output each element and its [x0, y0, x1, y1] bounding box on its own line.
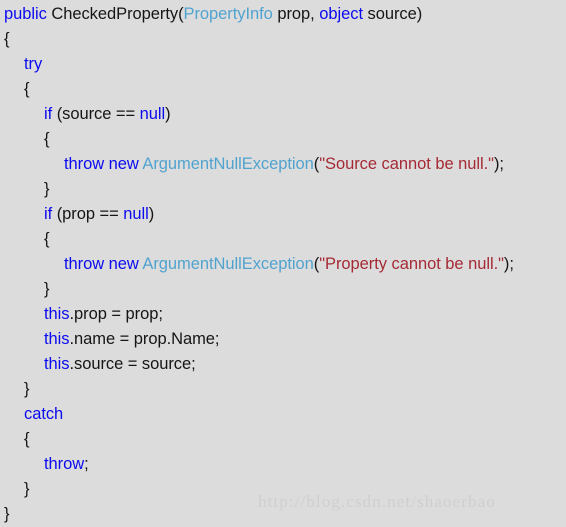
code-token-plain: CheckedProperty [46, 5, 179, 23]
code-line: } [0, 377, 566, 402]
code-token-plain: prop, [272, 5, 320, 23]
code-line: this.name = prop.Name; [0, 327, 566, 352]
code-line: throw; [0, 452, 566, 477]
code-token-kw: public [4, 5, 47, 23]
code-token-plain: source) [362, 5, 423, 23]
code-token-plain: ) [165, 105, 171, 123]
code-line: if (source == null) [0, 102, 566, 127]
code-token-punct: } [24, 480, 30, 498]
code-line: { [0, 27, 566, 52]
code-token-kw: if [44, 205, 53, 223]
code-token-plain: .name = prop.Name; [69, 330, 220, 348]
code-token-kw: null [123, 205, 149, 223]
code-token-kw: this [44, 305, 70, 323]
code-token-punct: ; [84, 455, 89, 473]
code-token-plain: (prop == [52, 205, 124, 223]
code-line: public CheckedProperty(PropertyInfo prop… [0, 2, 566, 27]
code-token-punct: { [24, 80, 30, 98]
code-token-kw: try [24, 55, 43, 73]
code-token-plain: (source == [52, 105, 140, 123]
code-token-kw: throw new [64, 155, 139, 173]
code-line: } [0, 277, 566, 302]
code-token-punct: } [4, 505, 10, 523]
code-token-punct: { [44, 130, 50, 148]
code-token-plain: ) [148, 205, 155, 223]
code-viewer[interactable]: public CheckedProperty(PropertyInfo prop… [0, 0, 566, 526]
code-token-kw: catch [24, 405, 64, 423]
code-line: this.source = source; [0, 352, 566, 377]
code-token-punct: } [44, 280, 50, 298]
code-line: throw new ArgumentNullException("Source … [0, 152, 566, 177]
code-line: { [0, 127, 566, 152]
code-token-punct: { [4, 30, 10, 48]
code-block[interactable]: public CheckedProperty(PropertyInfo prop… [0, 2, 566, 527]
code-token-punct: { [24, 430, 30, 448]
code-token-kw: null [139, 105, 166, 123]
code-line: throw new ArgumentNullException("Propert… [0, 252, 566, 277]
code-token-kw: object [319, 5, 363, 23]
code-token-plain: .source = source; [69, 355, 196, 373]
code-token-str: "Property cannot be null." [319, 255, 504, 273]
code-line: } [0, 177, 566, 202]
code-line: try [0, 52, 566, 77]
code-line: { [0, 77, 566, 102]
code-token-type: ArgumentNullException [142, 255, 314, 273]
code-token-punct: } [24, 380, 30, 398]
code-token-punct: { [44, 230, 50, 248]
code-token-type: PropertyInfo [183, 5, 273, 23]
code-token-punct: } [44, 180, 50, 198]
code-line: catch [0, 402, 566, 427]
code-token-type: ArgumentNullException [142, 155, 314, 173]
code-line: { [0, 427, 566, 452]
code-line: { [0, 227, 566, 252]
watermark-text: http://blog.csdn.net/shaoerbao [258, 492, 496, 511]
code-token-kw: if [44, 105, 53, 123]
code-token-kw: throw [44, 455, 85, 473]
code-token-kw: this [44, 355, 70, 373]
code-line: if (prop == null) [0, 202, 566, 227]
code-token-str: "Source cannot be null." [319, 155, 494, 173]
code-token-kw: this [44, 330, 70, 348]
code-line: this.prop = prop; [0, 302, 566, 327]
code-token-plain: .prop = prop; [69, 305, 163, 323]
code-token-kw: throw new [64, 255, 139, 273]
code-token-punct: ); [503, 255, 514, 273]
code-token-punct: ); [493, 155, 504, 173]
